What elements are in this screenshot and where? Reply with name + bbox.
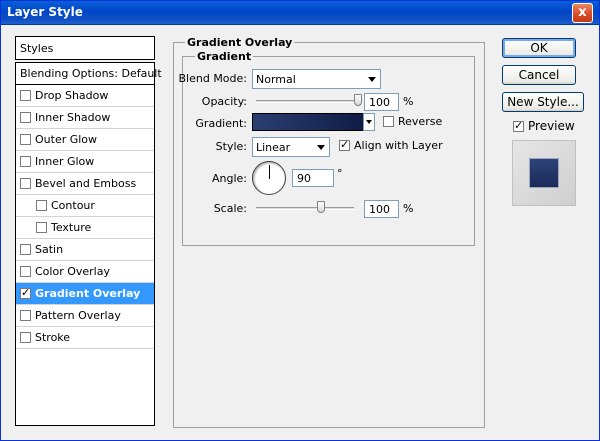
sidebar-item-checkbox[interactable]: [20, 156, 31, 167]
sidebar-item-label: Bevel and Emboss: [35, 177, 137, 190]
sidebar-item-checkbox[interactable]: [20, 112, 31, 123]
sidebar-item-checkbox[interactable]: [20, 286, 31, 299]
sidebar-item[interactable]: Inner Glow: [16, 151, 154, 173]
cancel-button[interactable]: Cancel: [502, 65, 576, 85]
blend-mode-select[interactable]: Normal: [252, 69, 381, 89]
layer-style-dialog: Layer Style x Styles Blending Options: D…: [0, 0, 600, 441]
window-title: Layer Style: [7, 5, 83, 19]
reverse-checkbox[interactable]: [383, 116, 394, 127]
sidebar-item-label: Pattern Overlay: [35, 309, 121, 322]
sidebar-item[interactable]: Satin: [16, 239, 154, 261]
sidebar-item-checkbox[interactable]: [20, 310, 31, 321]
sidebar-item-label: Blending Options: Default: [20, 67, 162, 80]
sidebar-item[interactable]: Bevel and Emboss: [16, 173, 154, 195]
sidebar-item[interactable]: Drop Shadow: [16, 85, 154, 107]
reverse-label: Reverse: [398, 115, 443, 128]
scale-label: Scale:: [213, 202, 247, 215]
opacity-unit: %: [403, 95, 414, 108]
panel-title: Gradient Overlay: [185, 36, 295, 49]
sidebar-item[interactable]: Gradient Overlay: [16, 283, 154, 305]
gradient-swatch[interactable]: [252, 113, 364, 131]
sidebar-item-label: Drop Shadow: [35, 89, 109, 102]
styles-header[interactable]: Styles: [15, 36, 155, 60]
sidebar-item-checkbox[interactable]: [36, 222, 47, 233]
scale-input[interactable]: 100: [364, 200, 399, 218]
angle-needle: [269, 165, 270, 179]
sidebar-item[interactable]: Texture: [16, 217, 154, 239]
sidebar-item-label: Stroke: [35, 331, 71, 344]
sidebar-item-checkbox[interactable]: [20, 90, 31, 101]
chevron-down-icon: [366, 120, 372, 124]
sidebar-item-label: Color Overlay: [35, 265, 110, 278]
sidebar-item-label: Inner Shadow: [35, 111, 111, 124]
sidebar-item[interactable]: Pattern Overlay: [16, 305, 154, 327]
opacity-input[interactable]: 100: [364, 93, 399, 111]
gradient-label: Gradient:: [195, 117, 247, 130]
gradient-dropdown[interactable]: [363, 113, 375, 131]
scale-slider[interactable]: [256, 207, 354, 210]
sidebar-item-label: Contour: [51, 199, 95, 212]
style-value: Linear: [256, 141, 291, 154]
angle-input[interactable]: 90: [292, 169, 334, 187]
align-with-layer-option[interactable]: Align with Layer: [339, 138, 443, 152]
scale-slider-thumb[interactable]: [316, 201, 325, 213]
blend-mode-value: Normal: [256, 73, 296, 86]
sidebar-item-checkbox[interactable]: [20, 332, 31, 343]
sidebar-item-checkbox[interactable]: [36, 200, 47, 211]
sidebar-item-label: Gradient Overlay: [35, 287, 141, 300]
style-select[interactable]: Linear: [252, 137, 330, 157]
preview-label: Preview: [528, 119, 575, 133]
sidebar-item[interactable]: Blending Options: Default: [16, 63, 162, 85]
align-with-layer-checkbox[interactable]: [339, 138, 350, 151]
sidebar-item-checkbox[interactable]: [20, 178, 31, 189]
align-with-layer-label: Align with Layer: [354, 139, 443, 152]
preview-option[interactable]: Preview: [513, 119, 575, 133]
sidebar-item-label: Satin: [35, 243, 64, 256]
preview-box: [512, 140, 576, 206]
angle-label: Angle:: [211, 172, 247, 185]
angle-unit: °: [337, 167, 343, 180]
gradient-group-title: Gradient: [195, 50, 254, 63]
chevron-down-icon: [317, 145, 325, 150]
sidebar-item-checkbox[interactable]: [20, 134, 31, 145]
opacity-slider-thumb[interactable]: [354, 94, 362, 106]
styles-header-label: Styles: [20, 42, 54, 55]
reverse-option[interactable]: Reverse: [383, 115, 442, 128]
sidebar-item-label: Inner Glow: [35, 155, 95, 168]
new-style-button[interactable]: New Style...: [502, 92, 584, 112]
dialog-client: Styles Blending Options: Default Drop Sha…: [1, 26, 599, 440]
title-bar[interactable]: Layer Style x: [1, 1, 599, 25]
sidebar-item[interactable]: Stroke: [16, 327, 154, 349]
preview-checkbox[interactable]: [513, 119, 524, 132]
sidebar-item[interactable]: Color Overlay: [16, 261, 154, 283]
sidebar-item-checkbox[interactable]: [20, 244, 31, 255]
opacity-slider[interactable]: [256, 100, 358, 103]
sidebar-item-label: Texture: [51, 221, 92, 234]
chevron-down-icon: [368, 77, 376, 82]
sidebar-item[interactable]: Inner Shadow: [16, 107, 154, 129]
close-button[interactable]: x: [572, 3, 593, 23]
styles-list: Blending Options: Default Drop Shadow Inne…: [15, 62, 162, 426]
sidebar-item-checkbox[interactable]: [20, 266, 31, 277]
ok-button[interactable]: OK: [502, 38, 576, 58]
sidebar-item[interactable]: Contour: [16, 195, 154, 217]
style-label: Style:: [215, 140, 247, 153]
sidebar-item[interactable]: Outer Glow: [16, 129, 154, 151]
angle-dial[interactable]: [252, 161, 286, 195]
sidebar-item-label: Outer Glow: [35, 133, 98, 146]
opacity-label: Opacity:: [201, 95, 247, 108]
blend-mode-label: Blend Mode:: [178, 72, 248, 85]
scale-unit: %: [403, 202, 414, 215]
preview-swatch: [529, 158, 559, 188]
